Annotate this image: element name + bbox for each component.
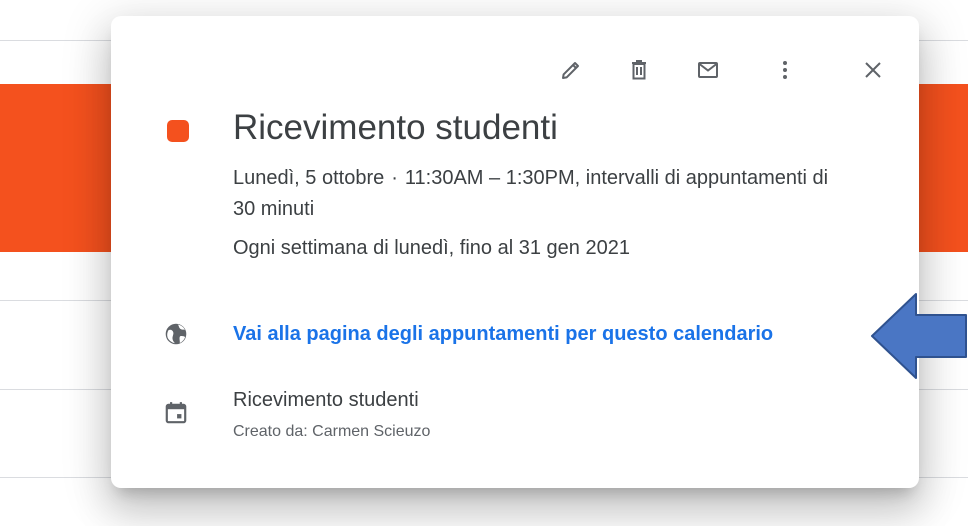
trash-icon [632,60,646,80]
annotation-arrow-icon [871,293,967,379]
close-icon [865,62,881,78]
event-title: Ricevimento studenti [233,108,558,147]
delete-button[interactable] [625,56,653,84]
globe-icon [165,323,187,345]
event-details-popup: Ricevimento studenti Lunedì, 5 ottobre · 1… [111,16,919,488]
envelope-icon [698,62,718,78]
appointment-page-link[interactable]: Vai alla pagina degli appuntamenti per q… [233,323,877,346]
calendar-name: Ricevimento studenti [233,389,419,411]
event-date-time: Lunedì, 5 ottobre · 11:30AM – 1:30PM, inte… [233,163,853,225]
calendar-icon [165,402,187,424]
close-button[interactable] [859,56,887,84]
pencil-icon [562,62,579,79]
calendar-creator: Creato da: Carmen Scieuzo [233,423,431,440]
edit-button[interactable] [557,56,585,84]
separator: · [391,167,398,189]
email-guests-button[interactable] [694,56,722,84]
more-vertical-icon [783,61,787,79]
event-date: Lunedì, 5 ottobre [233,167,385,189]
event-recurrence: Ogni settimana di lunedì, fino al 31 gen… [233,237,630,259]
event-color-swatch [167,120,189,142]
more-options-button[interactable] [771,56,799,84]
